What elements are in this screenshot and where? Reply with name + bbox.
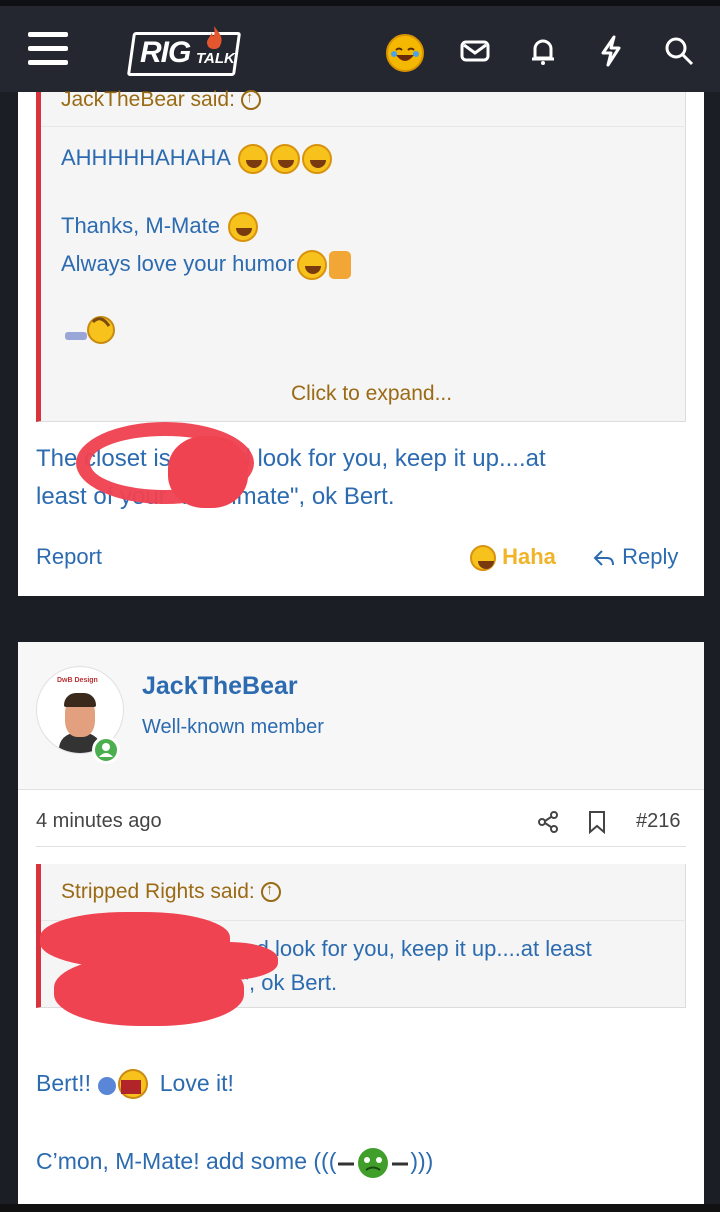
sweat-smile-emoji-icon (228, 212, 259, 242)
share-icon[interactable] (536, 810, 560, 834)
quote-line: Always love your humor (61, 250, 351, 280)
quote-line-text: Always love your humor (61, 250, 295, 276)
laughing-emoji-icon (296, 250, 327, 280)
bell-icon[interactable] (526, 34, 560, 68)
report-link[interactable]: Report (36, 544, 102, 570)
meta-divider (36, 846, 686, 847)
site-logo[interactable]: RIG TALK (126, 24, 242, 78)
laughing-emoji-icon (269, 144, 300, 174)
quote-block: JackTheBear said: AHHHHHAHAHA Thanks, M-… (36, 88, 686, 422)
logo-text-rig: RIG (140, 36, 191, 69)
jump-to-quote-icon[interactable] (260, 881, 281, 903)
sick-emoji-icon (338, 1147, 409, 1178)
avatar-hair (64, 693, 96, 707)
post-body-text: Love it! (159, 1070, 234, 1096)
bolt-icon[interactable] (594, 34, 628, 68)
quote-line: AHHHHHAHAHA (61, 144, 332, 174)
search-icon[interactable] (662, 34, 696, 68)
quote-author-text: JackTheBear said: (61, 88, 235, 111)
post-body-text: Bert!! (36, 1070, 91, 1096)
haha-reaction-label: Haha (502, 544, 556, 569)
quote-author[interactable]: JackTheBear said: (61, 88, 261, 112)
laughing-emoji-icon (470, 545, 496, 572)
quote-line-text: AHHHHHAHAHA (61, 144, 230, 170)
post-card: JackTheBear said: AHHHHHAHAHA Thanks, M-… (18, 88, 704, 596)
post-author-header: DwB Design JackTheBear Well-known member (18, 642, 704, 790)
mail-icon[interactable] (458, 34, 492, 68)
user-title: Well-known member (142, 716, 324, 738)
hairdryer-emoji-icon (65, 316, 115, 344)
quote-divider (41, 126, 686, 127)
quote-line-text: Thanks, M-Mate (61, 212, 220, 238)
post-number[interactable]: #216 (636, 810, 681, 833)
laughing-emoji-icon (301, 144, 332, 174)
top-navigation-bar: RIG TALK (0, 0, 720, 92)
bookmark-icon[interactable] (586, 810, 608, 834)
reading-emoji-icon (98, 1068, 149, 1099)
post-body-line: Bert!! Love it! (36, 1064, 696, 1102)
quote-author-text: Stripped Rights said: (61, 880, 255, 903)
avatar-caption: DwB Design (57, 677, 98, 684)
reply-icon (593, 550, 614, 566)
logo-text-talk: TALK (196, 50, 235, 67)
post-timestamp[interactable]: 4 minutes ago (36, 810, 162, 833)
quote-line: Thanks, M-Mate (61, 212, 259, 242)
reply-button[interactable]: Reply (592, 544, 678, 570)
reply-label: Reply (622, 544, 679, 569)
click-to-expand-link[interactable]: Click to expand... (291, 382, 452, 406)
menu-icon[interactable] (28, 32, 68, 68)
redaction-scribble (168, 436, 248, 508)
username-link[interactable]: JackTheBear (142, 672, 298, 701)
laughing-emoji-icon[interactable] (386, 34, 424, 72)
jump-to-quote-icon[interactable] (240, 89, 261, 111)
redaction-scribble (168, 942, 278, 980)
post-card: DwB Design JackTheBear Well-known member… (18, 642, 704, 1212)
bottom-edge (0, 1204, 720, 1212)
post-body-text: C’mon, M-Mate! add some ((( (36, 1148, 337, 1174)
haha-reaction-button[interactable]: Haha (468, 544, 556, 572)
post-body-line: C’mon, M-Mate! add some ((( ))) (36, 1142, 696, 1180)
thumbs-up-emoji-icon (328, 251, 351, 279)
quote-author[interactable]: Stripped Rights said: (61, 880, 281, 904)
laughing-emoji-icon (237, 144, 268, 174)
online-status-icon (92, 736, 120, 764)
post-body-text: ))) (410, 1148, 434, 1174)
